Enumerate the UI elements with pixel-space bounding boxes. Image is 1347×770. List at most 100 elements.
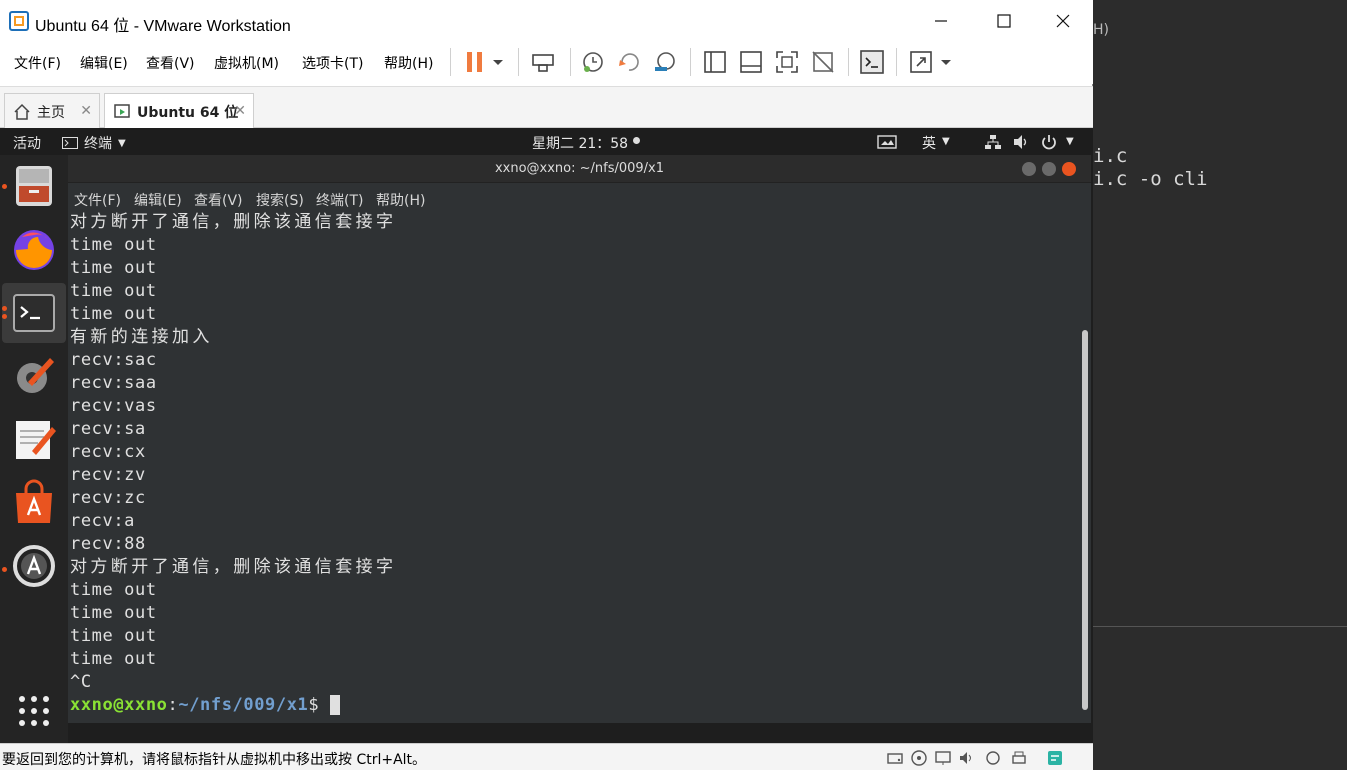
snapshot-icon[interactable] (580, 49, 606, 75)
terminal-window[interactable]: xxno@xxno: ~/nfs/009/x1 文件(F) 编辑(E) 查看(V… (68, 155, 1091, 723)
terminal-line: time out (70, 258, 157, 278)
minimize-button[interactable] (918, 6, 964, 36)
terminal-line: 对方断开了通信，删除该通信套接字 (70, 212, 397, 232)
close-button[interactable] (1040, 6, 1086, 36)
terminal-line: recv:zv (70, 465, 146, 485)
chevron-down-icon[interactable] (938, 49, 954, 75)
chevron-down-icon[interactable] (490, 49, 506, 75)
printer-icon[interactable] (1010, 749, 1028, 767)
settings-icon[interactable] (8, 350, 60, 402)
fullscreen-icon[interactable] (774, 49, 800, 75)
app-menu-label: 终端 (84, 136, 112, 152)
maximize-icon[interactable] (1042, 162, 1056, 176)
terminal-scrollbar[interactable] (1082, 330, 1088, 710)
tab-ubuntu[interactable]: Ubuntu 64 位 ✕ (104, 93, 254, 129)
vm-icon (114, 103, 130, 118)
minimize-icon (935, 20, 947, 22)
vmware-app-icon (9, 11, 29, 31)
tab-home-label: 主页 (37, 104, 65, 121)
stretch-view-icon[interactable] (908, 49, 934, 75)
clock[interactable]: 星期二 21：58 (532, 133, 628, 153)
software-center-icon[interactable] (8, 477, 60, 529)
tab-bar: 主页 ✕ Ubuntu 64 位 ✕ (0, 86, 1093, 129)
menu-file[interactable]: 文件(F) (14, 53, 61, 73)
pause-icon[interactable] (462, 49, 488, 75)
window-title: Ubuntu 64 位 - VMware Workstation (35, 18, 291, 35)
terminal-small-icon (62, 137, 78, 149)
terminal-menu-file[interactable]: 文件(F) (74, 190, 121, 210)
background-line-1: i.c (1093, 145, 1128, 167)
cd-dvd-icon[interactable] (910, 749, 928, 767)
terminal-line: time out (70, 626, 157, 646)
background-line-2: i.c -o cli (1093, 168, 1208, 190)
message-log-icon[interactable] (1046, 749, 1064, 767)
tab-home[interactable]: 主页 ✕ (4, 93, 100, 129)
terminal-line: recv:88 (70, 534, 146, 554)
text-cursor (330, 695, 341, 715)
notification-dot-icon (633, 137, 640, 144)
text-editor-icon[interactable] (8, 413, 60, 465)
firefox-icon[interactable] (8, 223, 60, 275)
terminal-line: recv:cx (70, 442, 146, 462)
volume-icon[interactable] (1012, 134, 1030, 150)
sidebar-icon[interactable] (702, 49, 728, 75)
terminal-menubar: 文件(F) 编辑(E) 查看(V) 搜索(S) 终端(T) 帮助(H) (68, 185, 1091, 211)
background-menu-fragment: H) (1093, 22, 1109, 38)
terminal-menu-help[interactable]: 帮助(H) (376, 190, 425, 210)
terminal-menu-terminal[interactable]: 终端(T) (316, 190, 363, 210)
menu-vm[interactable]: 虚拟机(M) (214, 53, 279, 73)
hard-disk-icon[interactable] (886, 749, 904, 767)
maximize-button[interactable] (981, 6, 1027, 36)
terminal-line: time out (70, 281, 157, 301)
thumbnail-bar-icon[interactable] (738, 49, 764, 75)
terminal-line: ^C (70, 672, 92, 692)
prompt-user: xxno@xxno (70, 695, 168, 715)
unity-icon[interactable] (810, 49, 836, 75)
prompt-symbol: $ (308, 695, 331, 715)
terminal-line: recv:zc (70, 488, 146, 508)
close-tab-icon[interactable]: ✕ (80, 103, 92, 119)
terminal-output[interactable]: 对方断开了通信，删除该通信套接字 time out time out time out… (70, 211, 1080, 723)
power-icon[interactable] (1040, 133, 1058, 151)
network-adapter-icon[interactable] (934, 749, 952, 767)
terminal-prompt[interactable]: xxno@xxno:~/nfs/009/x1$ (70, 694, 341, 717)
activities-button[interactable]: 活动 (13, 133, 41, 153)
minimize-icon[interactable] (1022, 162, 1036, 176)
toolbar-separator (570, 48, 571, 76)
terminal-menu-edit[interactable]: 编辑(E) (134, 190, 182, 210)
close-icon[interactable] (1062, 162, 1076, 176)
show-applications-icon[interactable] (8, 685, 60, 737)
terminal-menu-view[interactable]: 查看(V) (194, 190, 243, 210)
sound-icon[interactable] (958, 749, 976, 767)
screen-icon[interactable] (877, 135, 897, 149)
toolbar-separator (450, 48, 451, 76)
software-updater-icon[interactable] (8, 540, 60, 592)
usb-icon[interactable] (984, 749, 1002, 767)
terminal-line: recv:sa (70, 419, 146, 439)
menu-help[interactable]: 帮助(H) (384, 53, 433, 73)
chevron-down-icon: ▼ (1066, 136, 1074, 147)
terminal-line: time out (70, 649, 157, 669)
terminal-menu-search[interactable]: 搜索(S) (256, 190, 304, 210)
network-icon[interactable] (984, 134, 1002, 150)
title-bar[interactable]: Ubuntu 64 位 - VMware Workstation (0, 0, 1093, 42)
chevron-down-icon: ▼ (942, 136, 950, 147)
terminal-line: 有新的连接加入 (70, 327, 213, 347)
menu-edit[interactable]: 编辑(E) (80, 53, 128, 73)
console-view-icon[interactable] (859, 49, 885, 75)
send-ctrl-alt-del-icon[interactable] (530, 49, 556, 75)
menu-tabs[interactable]: 选项卡(T) (302, 53, 363, 73)
revert-snapshot-icon[interactable] (616, 49, 642, 75)
input-method-indicator[interactable]: 英 (922, 133, 936, 153)
terminal-titlebar[interactable]: xxno@xxno: ~/nfs/009/x1 (68, 155, 1091, 183)
files-icon[interactable] (8, 160, 60, 212)
menu-view[interactable]: 查看(V) (146, 53, 195, 73)
snapshot-manager-icon[interactable] (652, 49, 678, 75)
close-tab-icon[interactable]: ✕ (234, 103, 246, 119)
prompt-colon: : (167, 695, 179, 715)
app-menu[interactable]: 终端 ▼ (62, 133, 126, 153)
terminal-icon[interactable] (8, 287, 60, 339)
tab-ubuntu-label: Ubuntu 64 位 (137, 104, 239, 121)
terminal-line: time out (70, 580, 157, 600)
vm-display[interactable]: 活动 终端 ▼ 星期二 21：58 英 ▼ ▼ xxno@xxno: ~/nfs… (0, 128, 1093, 743)
